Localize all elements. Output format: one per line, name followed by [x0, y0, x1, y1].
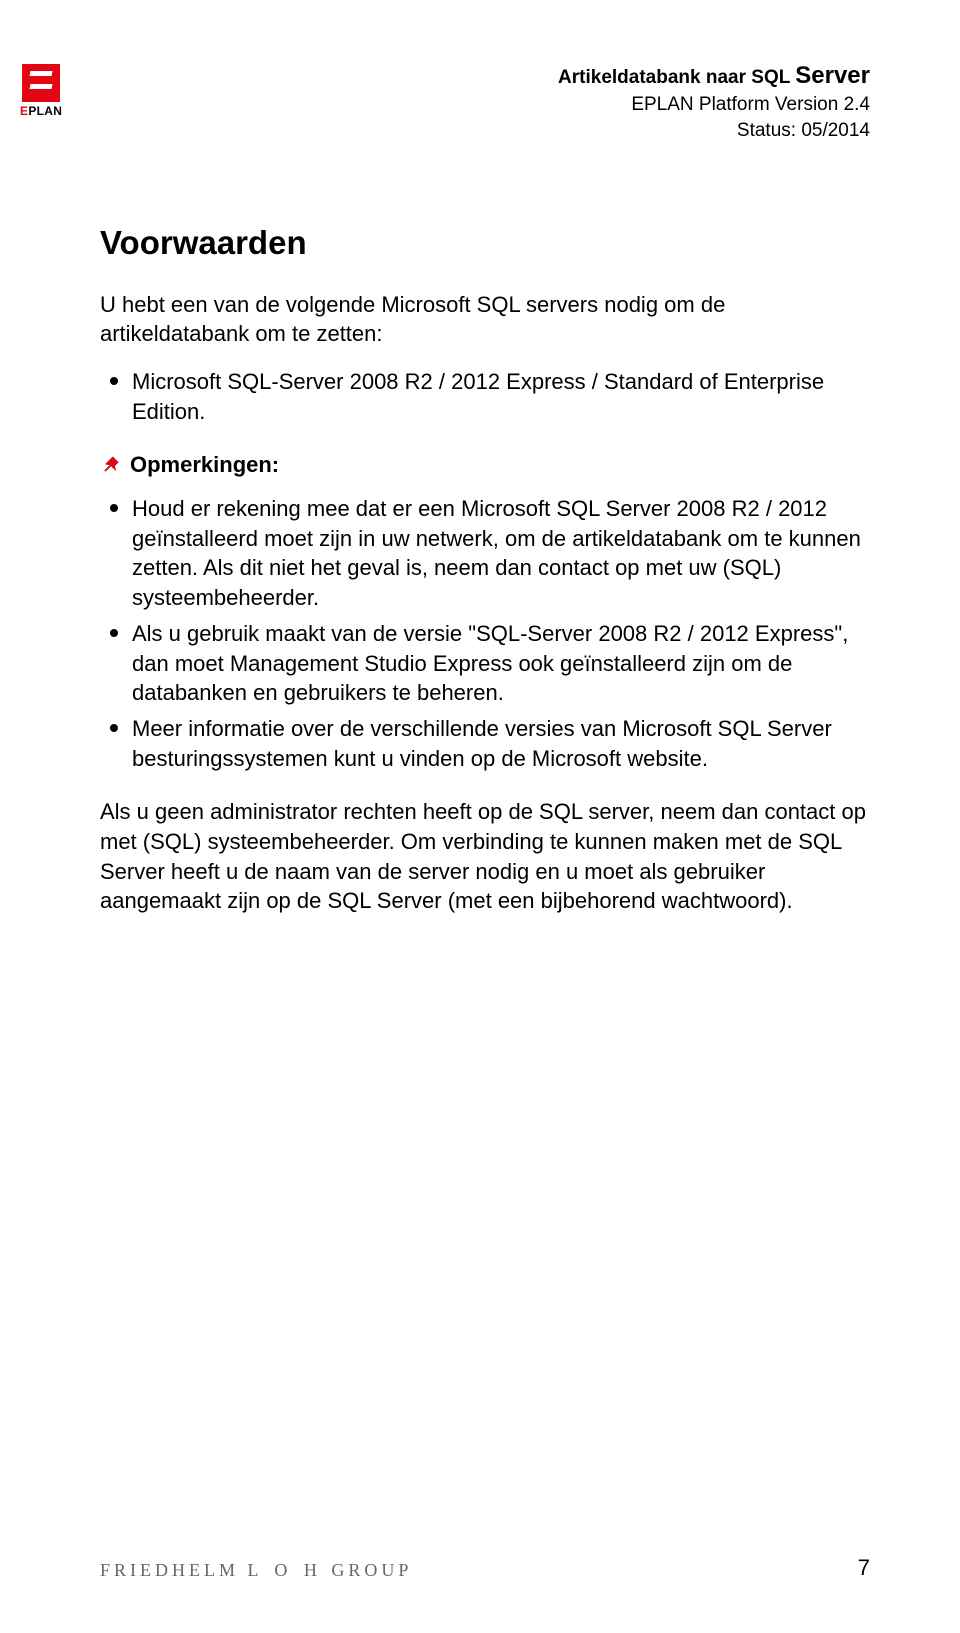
logo-mark: [22, 64, 60, 102]
list-item: Microsoft SQL-Server 2008 R2 / 2012 Expr…: [100, 367, 870, 426]
notes-heading-row: Opmerkingen:: [100, 450, 870, 480]
list-item-text: Houd er rekening mee dat er een Microsof…: [132, 496, 861, 610]
list-item-text: Microsoft SQL-Server 2008 R2 / 2012 Expr…: [132, 369, 824, 424]
logo-letters-plan: PLAN: [28, 104, 62, 118]
notes-label: Opmerkingen:: [130, 450, 279, 480]
notes-bullet-list: Houd er rekening mee dat er een Microsof…: [100, 494, 870, 773]
header-title: Artikeldatabank naar SQL Server: [100, 60, 870, 92]
closing-paragraph: Als u geen administrator rechten heeft o…: [100, 797, 870, 916]
list-item: Houd er rekening mee dat er een Microsof…: [100, 494, 870, 613]
list-item: Meer informatie over de verschillende ve…: [100, 714, 870, 773]
footer-brand-loh: L O H: [248, 1560, 323, 1580]
footer-brand-group: GROUP: [331, 1560, 412, 1580]
page-footer: FRIEDHELM L O H GROUP 7: [100, 1555, 870, 1581]
document-header: Artikeldatabank naar SQL Server EPLAN Pl…: [100, 60, 870, 144]
header-title-server: Server: [795, 62, 870, 89]
eplan-logo: EPLAN: [20, 62, 82, 124]
intro-paragraph: U hebt een van de volgende Microsoft SQL…: [100, 290, 870, 349]
footer-brand: FRIEDHELM L O H GROUP: [100, 1560, 412, 1581]
list-item-text: Meer informatie over de verschillende ve…: [132, 716, 832, 771]
pushpin-icon: [100, 454, 122, 476]
page-heading: Voorwaarden: [100, 224, 870, 262]
header-title-prefix: Artikeldatabank naar SQL: [558, 67, 790, 88]
intro-bullet-list: Microsoft SQL-Server 2008 R2 / 2012 Expr…: [100, 367, 870, 426]
footer-brand-first: FRIEDHELM: [100, 1560, 239, 1580]
list-item-text: Als u gebruik maakt van de versie "SQL-S…: [132, 621, 848, 705]
header-status: Status: 05/2014: [100, 118, 870, 144]
header-version: EPLAN Platform Version 2.4: [100, 92, 870, 118]
body-content: U hebt een van de volgende Microsoft SQL…: [100, 290, 870, 916]
logo-wordmark: EPLAN: [20, 104, 62, 118]
page-number: 7: [858, 1555, 870, 1581]
list-item: Als u gebruik maakt van de versie "SQL-S…: [100, 619, 870, 708]
